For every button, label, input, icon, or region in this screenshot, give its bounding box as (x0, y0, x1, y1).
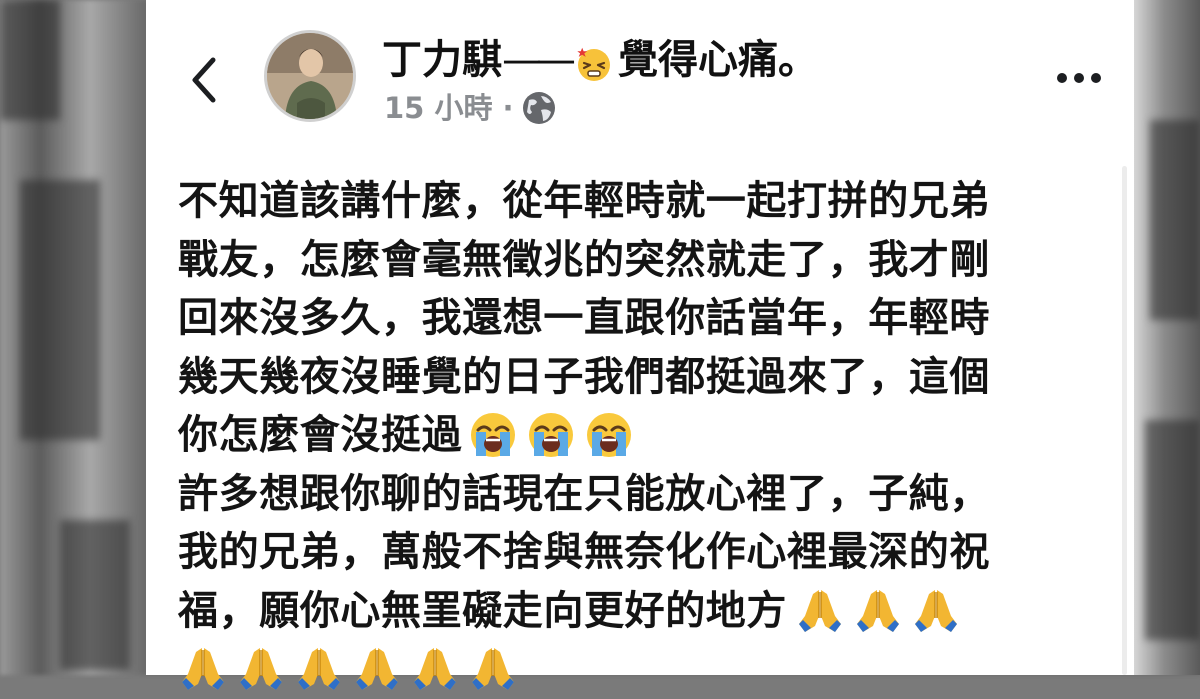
folded-hands-emoji (853, 586, 903, 636)
pained-face-emoji (574, 40, 614, 81)
post-line-text: 你怎麼會沒挺過 (178, 412, 463, 458)
globe-icon[interactable] (521, 90, 557, 126)
back-button[interactable] (182, 50, 226, 110)
folded-hands-emoji (468, 644, 518, 694)
post-line: 回來沒多久，我還想一直跟你話當年，年輕時 (178, 295, 990, 341)
post-text: 不知道該講什麼，從年輕時就一起打拼的兄弟 戰友，怎麼會毫無徵兆的突然就走了，我才… (178, 172, 1108, 699)
folded-hands-emoji (410, 644, 460, 694)
post-line: 我的兄弟，萬般不捨與無奈化作心裡最深的祝 (178, 529, 990, 575)
folded-hands-emoji (294, 644, 344, 694)
author-name[interactable]: 丁力騏 (382, 30, 502, 90)
post-header: 丁力騏 —— 覺得心痛。 15 小時 · (146, 0, 1134, 150)
post-line-emoji-row (178, 640, 1108, 699)
chevron-left-icon (192, 57, 216, 103)
post-line: 幾天幾夜沒睡覺的日子我們都挺過來了，這個 (178, 353, 990, 400)
post-line: 不知道該講什麼，從年輕時就一起打拼的兄弟 (178, 178, 990, 224)
loudly-crying-face-emoji (526, 410, 576, 460)
avatar[interactable] (264, 30, 356, 122)
post-line-text: 福，願你心無罣礙走向更好的地方 (178, 587, 787, 634)
post-line: 戰友，怎麼會毫無徵兆的突然就走了，我才剛 (178, 236, 990, 283)
loudly-crying-face-emoji (468, 410, 518, 460)
feeling-dash: —— (502, 37, 576, 83)
post-author-line: 丁力騏 —— 覺得心痛。 (382, 30, 818, 90)
facebook-post-card: 丁力騏 —— 覺得心痛。 15 小時 · 不知道該講什麼，從年輕時就一起打拼的兄… (146, 0, 1134, 691)
post-line-with-emoji: 你怎麼會沒挺過 (178, 406, 1108, 465)
post-line: 許多想跟你聊的話現在只能放心裡了，子純， (178, 470, 990, 517)
folded-hands-emoji (178, 644, 228, 694)
loudly-crying-face-emoji (584, 410, 634, 460)
folded-hands-emoji (795, 586, 845, 636)
folded-hands-emoji (352, 644, 402, 694)
post-line-with-emoji: 福，願你心無罣礙走向更好的地方 (178, 582, 1108, 641)
meta-separator: · (502, 91, 514, 125)
more-dots-icon (1057, 73, 1101, 83)
post-meta: 15 小時 · (384, 86, 557, 130)
scrollbar[interactable] (1122, 166, 1127, 675)
avatar-photo (267, 33, 353, 119)
folded-hands-emoji (911, 586, 961, 636)
post-timestamp[interactable]: 15 小時 (384, 86, 492, 130)
feeling-text: 覺得心痛。 (618, 37, 818, 83)
folded-hands-emoji (236, 644, 286, 694)
more-options-button[interactable] (1054, 58, 1104, 98)
